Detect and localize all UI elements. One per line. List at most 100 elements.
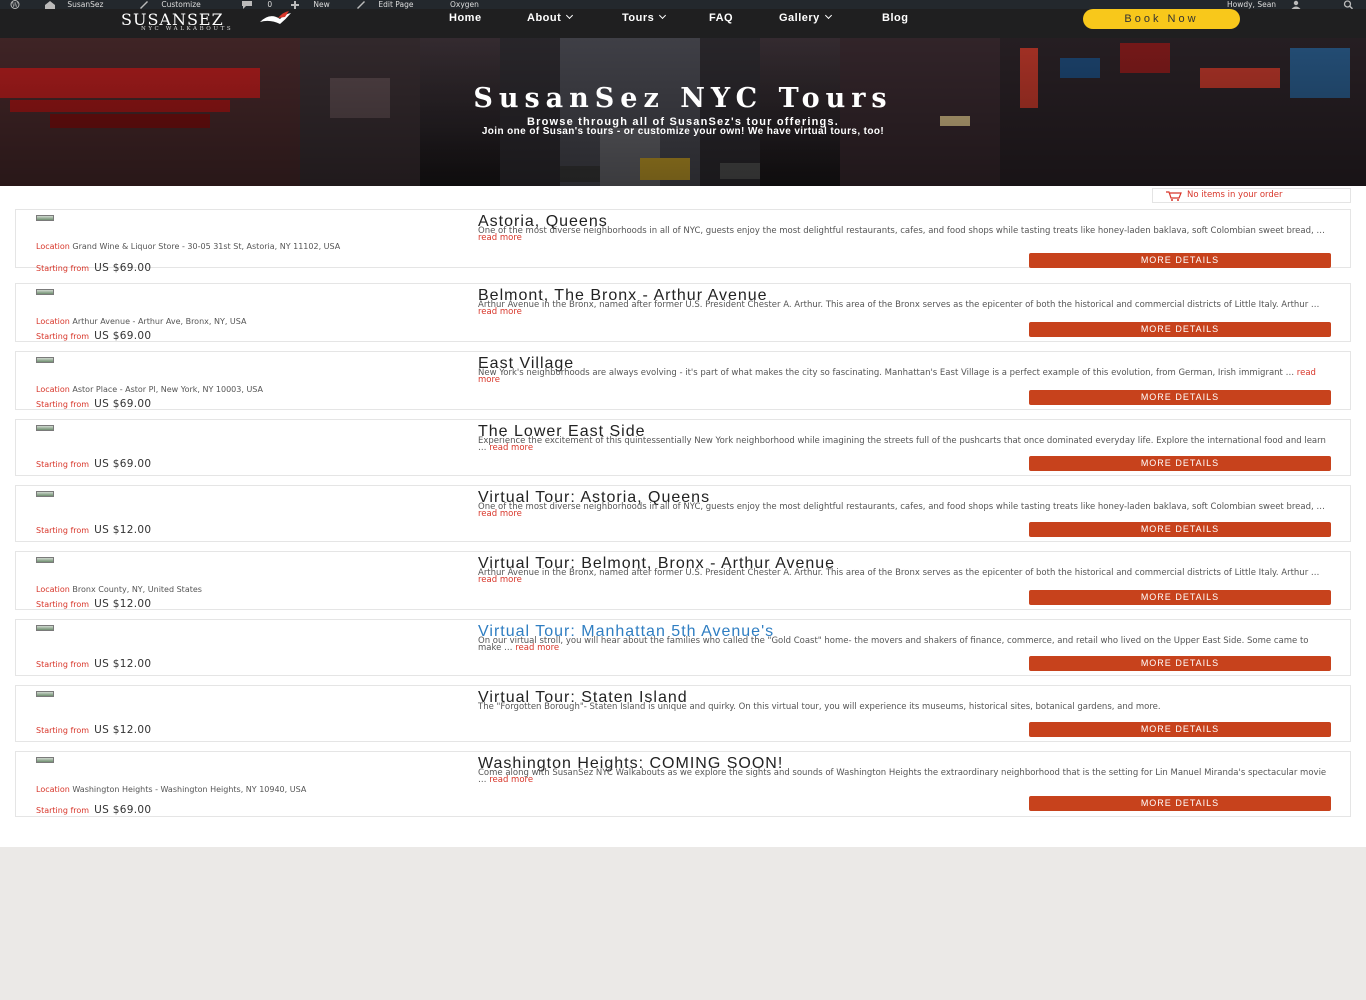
nav-about-label: About: [527, 12, 562, 24]
more-details-button[interactable]: MORE DETAILS: [1029, 322, 1331, 337]
nav-gallery[interactable]: Gallery: [779, 11, 832, 24]
more-details-button[interactable]: MORE DETAILS: [1029, 590, 1331, 605]
read-more-link[interactable]: read more: [478, 307, 522, 317]
read-more-link[interactable]: read more: [489, 775, 533, 785]
tour-thumbnail-image[interactable]: [36, 425, 54, 431]
nav-home-label: Home: [449, 12, 482, 24]
tour-card: Starting from US $12.00 Virtual Tour: Ma…: [15, 619, 1351, 676]
logo-subtitle: NYC WALKABOUTS: [141, 26, 234, 32]
tour-description: Experience the excitement of this quinte…: [478, 436, 1334, 453]
starting-from-label: Starting from: [36, 400, 90, 409]
tour-price: US $12.00: [94, 524, 152, 536]
user-avatar-icon: [1291, 0, 1301, 9]
tour-price-row: Starting from US $12.00: [36, 652, 151, 671]
tour-price-row: Starting from US $69.00: [36, 452, 151, 471]
starting-from-label: Starting from: [36, 526, 90, 535]
comments-count: 0: [267, 0, 273, 9]
more-details-button[interactable]: MORE DETAILS: [1029, 456, 1331, 471]
admin-search-icon[interactable]: [1343, 0, 1354, 10]
tour-price: US $69.00: [94, 458, 152, 470]
tour-price-row: Starting from US $69.00: [36, 392, 151, 411]
tour-card: Location Astor Place - Astor Pl, New Yor…: [15, 351, 1351, 410]
read-more-link[interactable]: read more: [478, 233, 522, 243]
tour-description-text: Arthur Avenue in the Bronx, named after …: [478, 568, 1320, 578]
chevron-down-icon: [566, 11, 574, 20]
tour-description: The "Forgotten Borough"- Staten Island i…: [478, 703, 1334, 712]
read-more-link[interactable]: read more: [478, 509, 522, 519]
nav-faq[interactable]: FAQ: [709, 12, 733, 24]
starting-from-label: Starting from: [36, 460, 90, 469]
tour-price: US $12.00: [94, 724, 152, 736]
nav-blog[interactable]: Blog: [882, 12, 908, 24]
tour-card: Location Bronx County, NY, United States…: [15, 551, 1351, 610]
tour-card: Location Arthur Avenue - Arthur Ave, Bro…: [15, 283, 1351, 342]
tour-thumbnail-image[interactable]: [36, 491, 54, 497]
tour-description-text: Experience the excitement of this quinte…: [478, 436, 1326, 453]
location-value: Grand Wine & Liquor Store - 30-05 31st S…: [72, 242, 341, 251]
more-details-button[interactable]: MORE DETAILS: [1029, 522, 1331, 537]
tour-card: Starting from US $12.00 Virtual Tour: St…: [15, 685, 1351, 742]
admin-account-menu[interactable]: Howdy, Sean: [1227, 0, 1302, 9]
admin-comments-link[interactable]: 0: [241, 0, 272, 9]
location-label: Location: [36, 242, 70, 251]
tour-description: New York's neighborhoods are always evol…: [478, 369, 1334, 385]
nav-tours[interactable]: Tours: [622, 11, 667, 24]
tour-thumbnail-image[interactable]: [36, 757, 54, 763]
nav-home[interactable]: Home: [449, 12, 482, 24]
edit-page-label: Edit Page: [378, 0, 414, 9]
tour-thumbnail-image[interactable]: [36, 625, 54, 631]
tour-price-row: Starting from US $69.00: [36, 256, 151, 275]
customize-label: Customize: [161, 0, 201, 9]
chevron-down-icon: [659, 11, 667, 20]
read-more-link[interactable]: read more: [489, 443, 533, 453]
tour-card: Location Washington Heights - Washington…: [15, 751, 1351, 817]
tour-list-section: No items in your order Location Grand Wi…: [0, 186, 1366, 847]
tour-price: US $12.00: [94, 658, 152, 670]
tour-description: One of the most diverse neighborhoods in…: [478, 226, 1334, 243]
book-now-button[interactable]: Book Now: [1083, 9, 1240, 29]
tour-price-row: Starting from US $69.00: [36, 798, 151, 817]
more-details-button[interactable]: MORE DETAILS: [1029, 390, 1331, 405]
tour-description-text: One of the most diverse neighborhoods in…: [478, 226, 1325, 236]
nav-about[interactable]: About: [527, 11, 574, 24]
tour-location: Location Grand Wine & Liquor Store - 30-…: [36, 242, 431, 251]
logo-bird-icon: [260, 11, 291, 24]
hero-subtitle-line2: Join one of Susan's tours - or customize…: [481, 126, 885, 137]
more-details-button[interactable]: MORE DETAILS: [1029, 656, 1331, 671]
more-details-button[interactable]: MORE DETAILS: [1029, 796, 1331, 811]
admin-customize-link[interactable]: Customize: [139, 0, 201, 9]
admin-new-link[interactable]: New: [290, 0, 330, 9]
site-header: SUSANSEZ NYC WALKABOUTS Home About Tours…: [0, 9, 1366, 38]
tour-thumbnail-image[interactable]: [36, 215, 54, 221]
tour-description: On our virtual stroll, you will hear abo…: [478, 637, 1334, 653]
hero-title: SusanSez NYC Tours: [473, 83, 893, 114]
admin-bar: W SusanSez Customize 0 New Edit Page Oxy…: [0, 0, 1366, 10]
tour-card: Location Grand Wine & Liquor Store - 30-…: [15, 209, 1351, 274]
location-label: Location: [36, 785, 70, 794]
admin-site-link[interactable]: SusanSez: [44, 0, 103, 9]
tour-price-row: Starting from US $69.00: [36, 324, 151, 343]
tour-thumbnail-image[interactable]: [36, 357, 54, 363]
tour-card: Starting from US $12.00 Virtual Tour: As…: [15, 485, 1351, 542]
tour-description-text: Come along with SusanSez NYC Walkabouts …: [478, 768, 1327, 785]
hero-banner: SusanSez NYC Tours Browse through all of…: [0, 38, 1366, 186]
tour-thumbnail-image[interactable]: [36, 289, 54, 295]
admin-oxygen-link[interactable]: Oxygen: [450, 0, 479, 9]
tour-thumbnail-image[interactable]: [36, 557, 54, 563]
tour-price: US $69.00: [94, 330, 152, 342]
starting-from-label: Starting from: [36, 600, 90, 609]
admin-edit-page-link[interactable]: Edit Page: [356, 0, 413, 9]
read-more-link[interactable]: read more: [478, 575, 522, 585]
starting-from-label: Starting from: [36, 660, 90, 669]
tour-thumbnail-image[interactable]: [36, 691, 54, 697]
read-more-link[interactable]: read more: [515, 643, 559, 653]
starting-from-label: Starting from: [36, 726, 90, 735]
nav-gallery-label: Gallery: [779, 12, 820, 24]
howdy-label: Howdy, Sean: [1227, 0, 1277, 9]
more-details-button[interactable]: MORE DETAILS: [1029, 722, 1331, 737]
wordpress-logo-icon[interactable]: W: [10, 0, 20, 9]
new-label: New: [313, 0, 330, 9]
tour-description: Arthur Avenue in the Bronx, named after …: [478, 568, 1334, 585]
more-details-button[interactable]: MORE DETAILS: [1029, 253, 1331, 268]
order-status-link[interactable]: No items in your order: [1152, 188, 1351, 203]
